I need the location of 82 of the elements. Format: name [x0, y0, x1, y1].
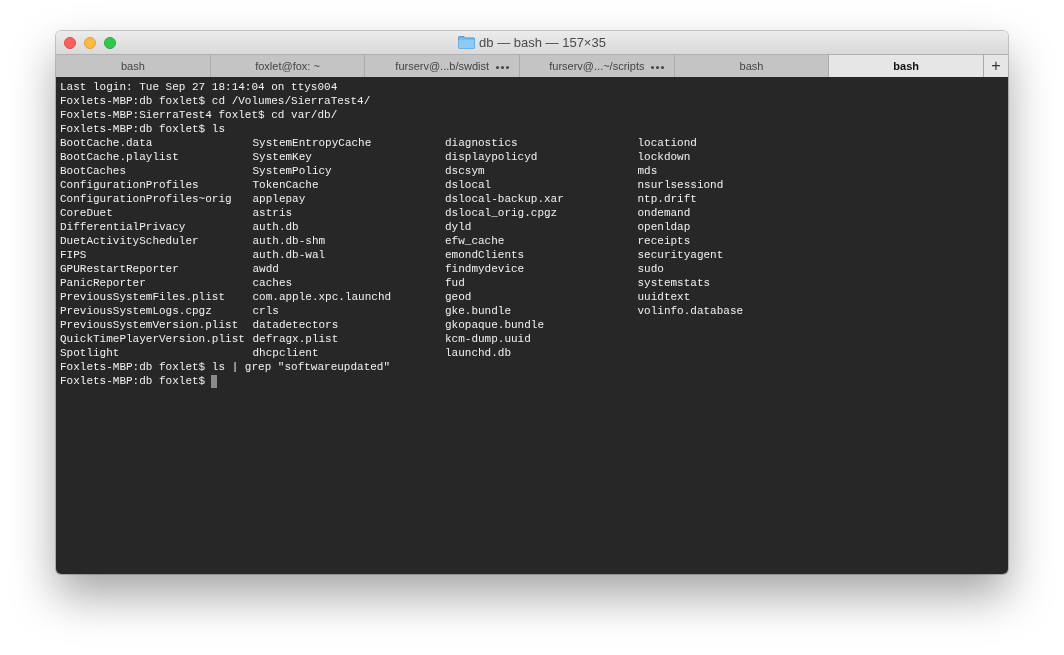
file-name: awdd	[252, 262, 279, 276]
file-name: auth.db-shm	[252, 234, 326, 248]
file-name: ConfigurationProfiles~orig	[60, 192, 232, 206]
file-name: auth.db-wal	[252, 248, 326, 262]
file-name: QuickTimePlayerVersion.plist	[60, 332, 245, 346]
file-name: efw_cache	[445, 234, 505, 248]
file-name: PreviousSystemFiles.plist	[60, 290, 226, 304]
file-name: Spotlight	[60, 346, 120, 360]
file-name: auth.db	[252, 220, 299, 234]
file-name: datadetectors	[252, 318, 339, 332]
file-name: DuetActivityScheduler	[60, 234, 199, 248]
minimize-button[interactable]	[84, 37, 96, 49]
file-name: gke.bundle	[445, 304, 511, 318]
file-name: systemstats	[637, 276, 711, 290]
file-name: SystemPolicy	[252, 164, 332, 178]
file-name: uuidtext	[637, 290, 691, 304]
file-name: receipts	[637, 234, 691, 248]
file-name: lockdown	[637, 150, 691, 164]
terminal-line: Foxlets-MBP:SierraTest4 foxlet$ cd var/db/	[60, 108, 339, 122]
file-name: displaypolicyd	[445, 150, 538, 164]
file-name: kcm-dump.uuid	[445, 332, 531, 346]
terminal-line: Foxlets-MBP:db foxlet$ ls | grep "softwareupdated"	[60, 360, 392, 374]
file-name: dslocal_orig.cpgz	[445, 206, 558, 220]
file-name: ConfigurationProfiles	[60, 178, 199, 192]
file-name: launchd.db	[445, 346, 511, 360]
file-name: com.apple.xpc.launchd	[252, 290, 392, 304]
tab[interactable]: bash	[56, 55, 211, 77]
file-name: caches	[252, 276, 293, 290]
file-name: applepay	[252, 192, 306, 206]
shell-prompt: Foxlets-MBP:db foxlet$	[60, 374, 206, 388]
file-name: PanicReporter	[60, 276, 146, 290]
file-name: geod	[445, 290, 472, 304]
file-name: ondemand	[637, 206, 691, 220]
file-name: dslocal-backup.xar	[445, 192, 564, 206]
tab[interactable]: bash	[829, 55, 985, 77]
file-name: emondClients	[445, 248, 525, 262]
activity-dots-icon	[496, 66, 509, 69]
file-name: PreviousSystemVersion.plist	[60, 318, 239, 332]
text-cursor	[211, 374, 218, 388]
file-name: securityagent	[637, 248, 724, 262]
file-name: findmydevice	[445, 262, 525, 276]
file-name: PreviousSystemLogs.cpgz	[60, 304, 212, 318]
file-name: TokenCache	[252, 178, 319, 192]
file-name: nsurlsessiond	[637, 178, 724, 192]
tab[interactable]: furserv@...~/scripts	[520, 55, 675, 77]
file-name: CoreDuet	[60, 206, 113, 220]
new-tab-button[interactable]: +	[984, 55, 1008, 77]
activity-dots-icon	[650, 66, 664, 69]
file-name: dhcpclient	[252, 346, 319, 360]
zoom-button[interactable]	[104, 37, 116, 49]
tab[interactable]: furserv@...b/swdist	[365, 55, 520, 77]
file-name: ntp.drift	[637, 192, 697, 206]
file-name: FIPS	[60, 248, 87, 262]
file-name: mds	[637, 164, 658, 178]
tab[interactable]: bash	[674, 55, 830, 77]
file-name: gkopaque.bundle	[445, 318, 545, 332]
terminal-line: Foxlets-MBP:db foxlet$ ls	[60, 122, 227, 136]
file-name: astris	[252, 206, 293, 220]
terminal-line: Last login: Tue Sep 27 18:14:04 on ttys004	[60, 80, 339, 94]
terminal-line: Foxlets-MBP:db foxlet$ cd /Volumes/SierraTest4/	[60, 94, 372, 108]
file-name: GPURestartReporter	[60, 262, 179, 276]
file-name: BootCaches	[60, 164, 126, 178]
file-name: defragx.plist	[252, 332, 339, 346]
file-name: volinfo.database	[637, 304, 744, 318]
file-name: DifferentialPrivacy	[60, 220, 186, 234]
file-name: SystemKey	[252, 150, 312, 164]
file-name: BootCache.playlist	[60, 150, 179, 164]
folder-icon	[458, 36, 476, 49]
file-name: locationd	[637, 136, 697, 150]
file-name: crls	[252, 304, 279, 318]
close-button[interactable]	[64, 37, 76, 49]
file-name: diagnostics	[445, 136, 518, 150]
tab[interactable]: foxlet@fox: ~	[210, 55, 366, 77]
file-name: SystemEntropyCache	[252, 136, 372, 150]
file-name: dscsym	[445, 164, 485, 178]
file-name: openldap	[637, 220, 691, 234]
file-name: BootCache.data	[60, 136, 153, 150]
file-name: fud	[445, 276, 465, 290]
file-name: dyld	[445, 220, 472, 234]
file-name: sudo	[637, 262, 664, 276]
file-name: dslocal	[445, 178, 492, 192]
window-title: db — bash — 157×35	[479, 35, 606, 50]
